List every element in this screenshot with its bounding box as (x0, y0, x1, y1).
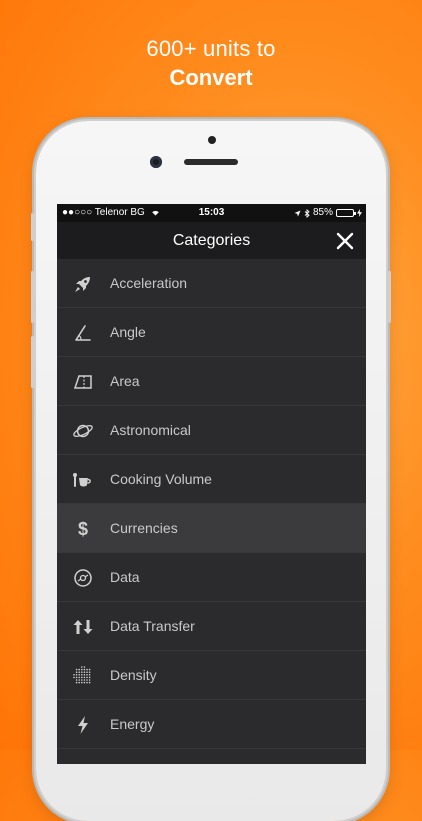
location-icon (294, 210, 301, 216)
bluetooth-icon (304, 208, 310, 218)
list-item-data-transfer[interactable]: Data Transfer (57, 602, 366, 651)
list-item-astronomical[interactable]: Astronomical (57, 406, 366, 455)
list-item-label: Acceleration (110, 275, 188, 291)
rocket-icon (71, 272, 95, 296)
page-title: Categories (172, 232, 251, 249)
list-item-data[interactable]: Data (57, 553, 366, 602)
cup-icon (71, 468, 95, 492)
arrows-up-down-icon (71, 615, 95, 639)
list-item-density[interactable]: Density (57, 651, 366, 700)
dollar-icon: $ (71, 517, 95, 541)
mute-switch (31, 213, 34, 241)
list-item-angle[interactable]: Angle (57, 308, 366, 357)
power-button (388, 271, 391, 323)
svg-text:$: $ (78, 519, 88, 539)
angle-icon (71, 321, 95, 345)
list-item-label: Area (110, 373, 140, 389)
volume-down-button (31, 336, 34, 388)
list-item-label: Astronomical (110, 422, 191, 438)
list-item-cooking-volume[interactable]: Cooking Volume (57, 455, 366, 504)
headline: 600+ units to Convert (0, 34, 422, 92)
close-icon[interactable] (334, 230, 356, 252)
list-item-area[interactable]: Area (57, 357, 366, 406)
planet-icon (71, 419, 95, 443)
dots-sphere-icon (71, 664, 95, 688)
status-bar: ●●○○○ Telenor BG 15:03 85% (57, 204, 366, 222)
lightning-icon (71, 713, 95, 737)
battery-icon (336, 209, 356, 217)
charging-icon (357, 209, 362, 217)
headline-line2: Convert (169, 65, 253, 90)
list-item-energy[interactable]: Energy (57, 700, 366, 749)
list-item-acceleration[interactable]: Acceleration (57, 259, 366, 308)
nav-bar: Categories (57, 222, 366, 259)
category-list: Acceleration Angle Area Astronomical Coo… (57, 259, 366, 749)
volume-up-button (31, 271, 34, 323)
proximity-sensor (208, 136, 216, 144)
list-item-currencies[interactable]: $ Currencies (57, 504, 366, 553)
headline-line1: 600+ units to (146, 36, 276, 61)
area-icon (71, 370, 95, 394)
list-item-label: Energy (110, 716, 155, 732)
list-item-label: Data Transfer (110, 618, 195, 634)
battery-percent: 85% (312, 207, 333, 218)
phone-frame: ●●○○○ Telenor BG 15:03 85% Categories Ac… (31, 121, 391, 821)
list-item-label: Data (110, 569, 140, 585)
screen: ●●○○○ Telenor BG 15:03 85% Categories Ac… (57, 204, 366, 764)
earpiece-speaker (184, 159, 238, 165)
list-item-label: Density (110, 667, 157, 683)
list-item-label: Cooking Volume (110, 471, 212, 487)
list-item-label: Angle (110, 324, 146, 340)
disc-icon (71, 566, 95, 590)
front-camera (150, 156, 162, 168)
status-right: 85% (294, 204, 362, 222)
list-item-label: Currencies (110, 520, 178, 536)
